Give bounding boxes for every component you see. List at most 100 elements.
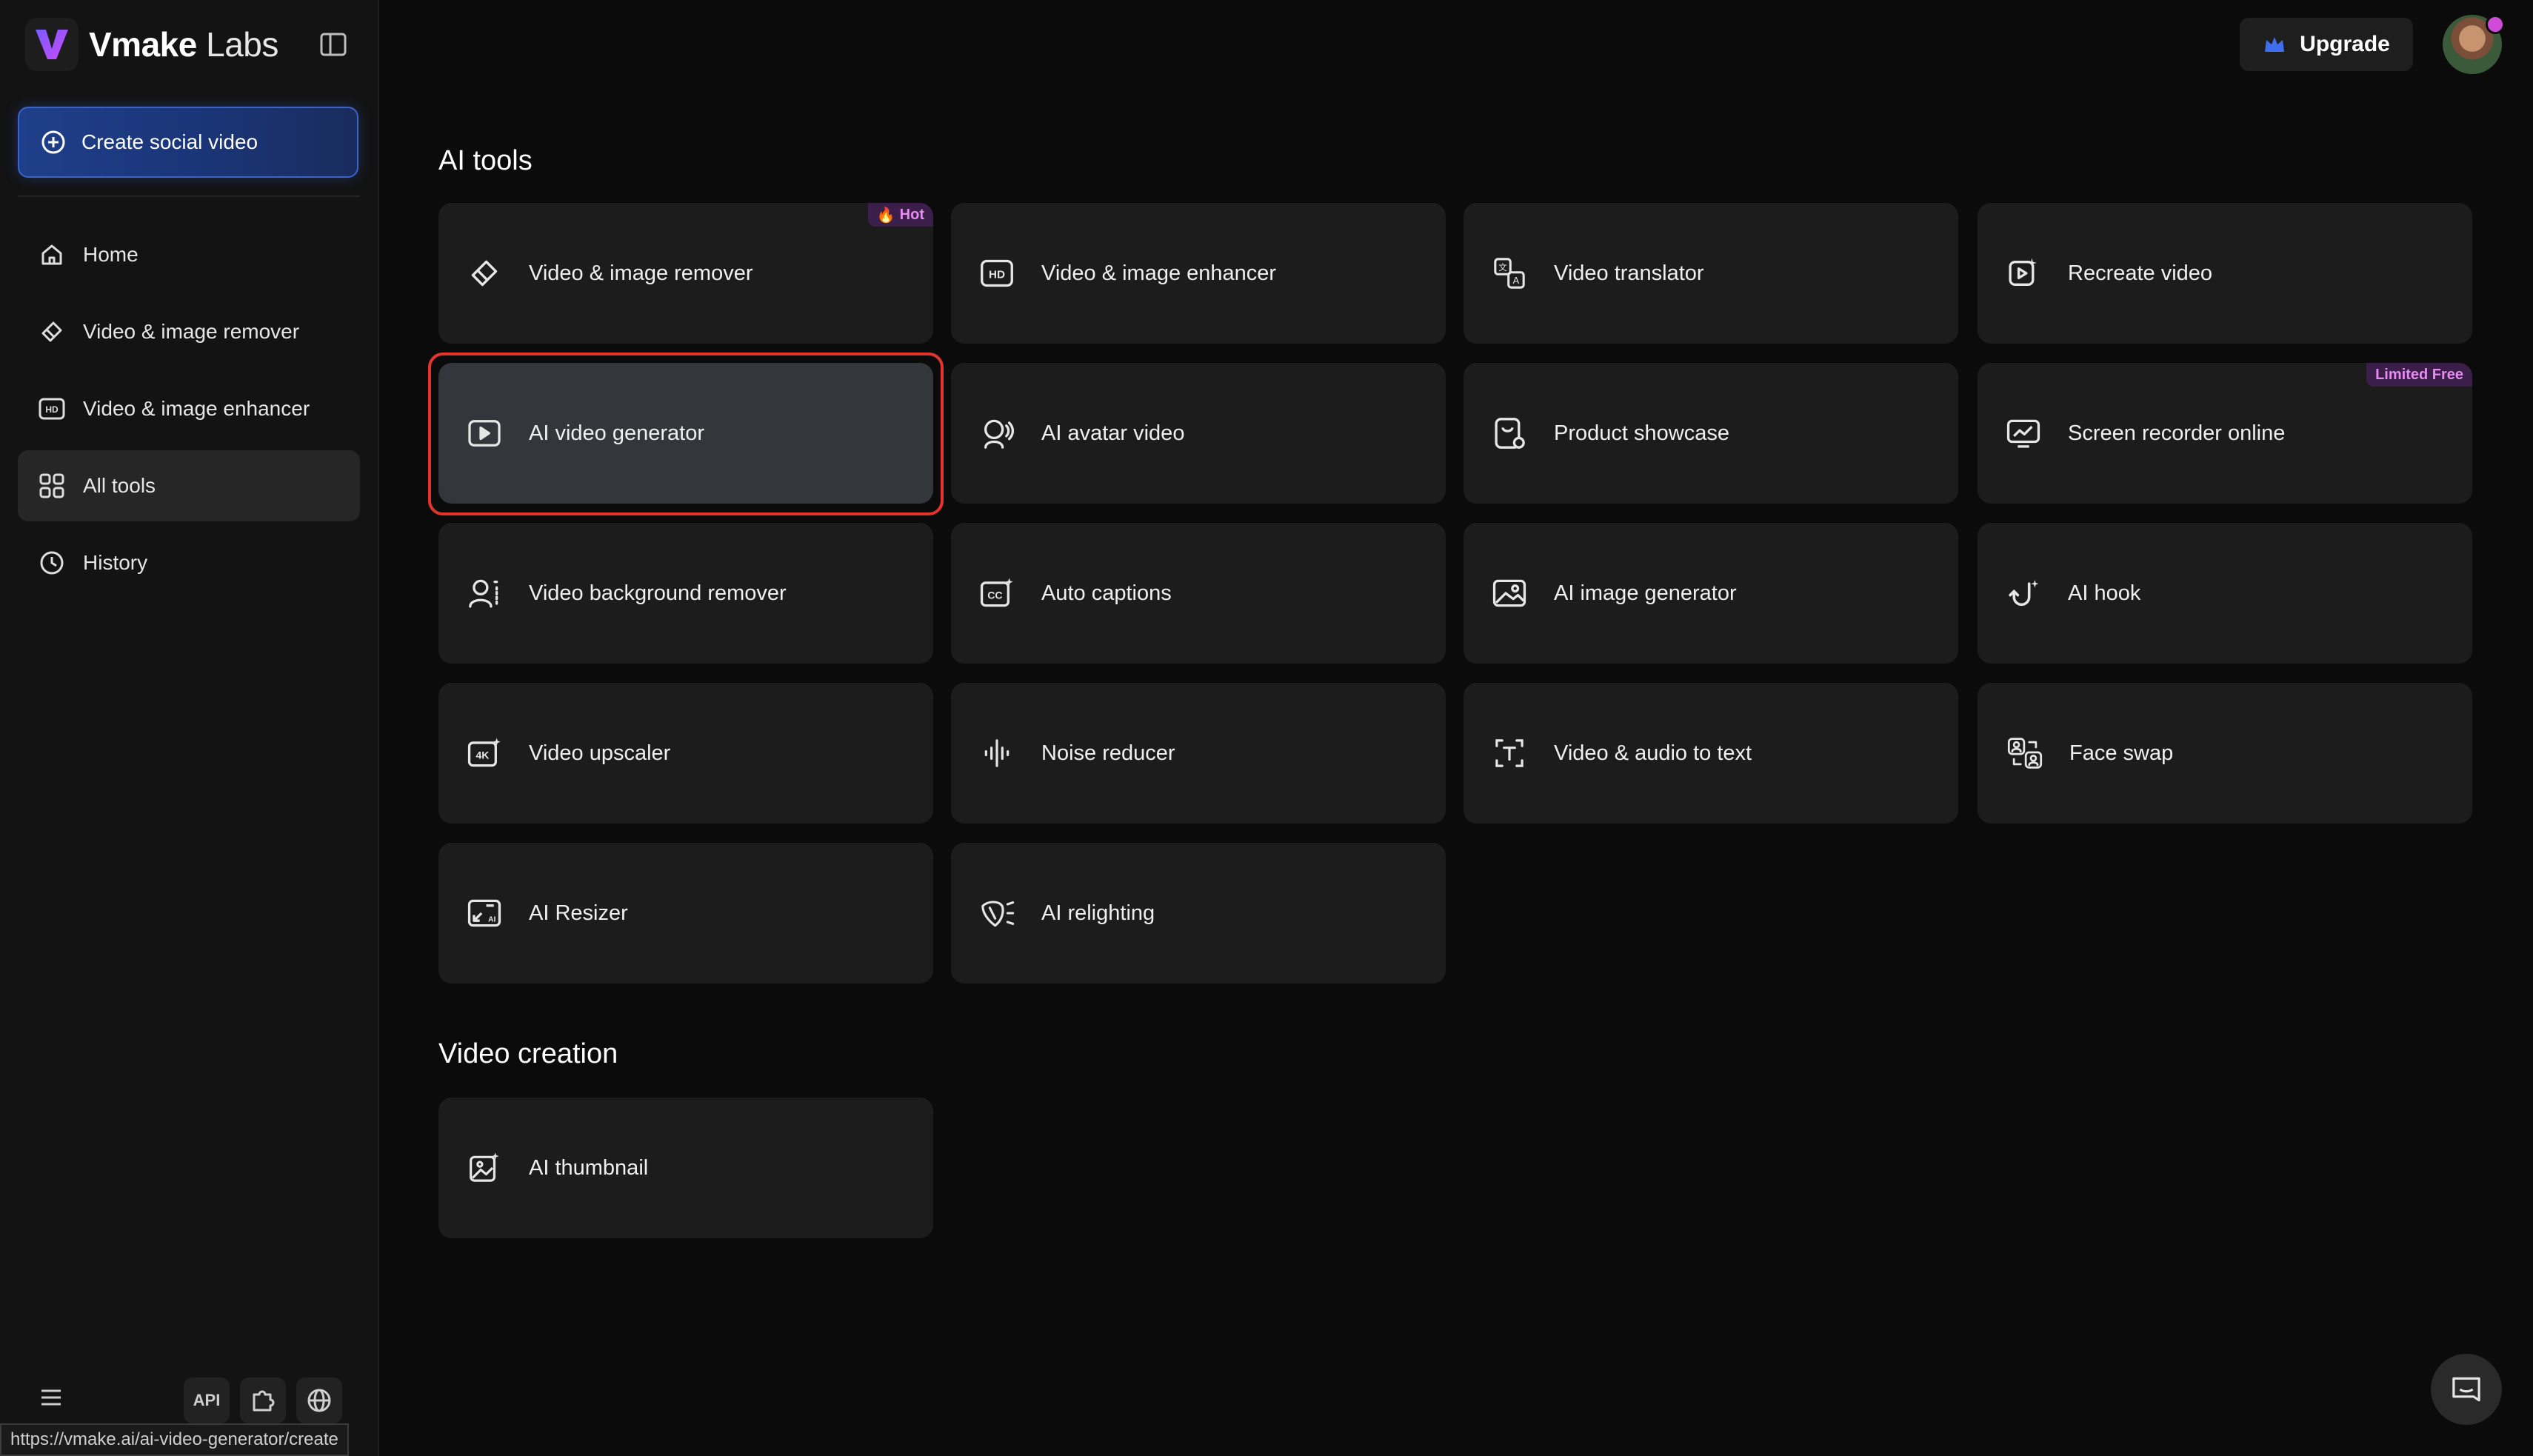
globe-icon — [306, 1387, 333, 1414]
tool-card-video-image-remover[interactable]: Video & image remover 🔥 Hot — [438, 203, 933, 344]
tool-label: Face swap — [2069, 741, 2174, 765]
sidebar-footer: API — [30, 1377, 356, 1423]
sidebar-item-label: All tools — [83, 474, 156, 497]
sidebar-item-all-tools[interactable]: All tools — [18, 450, 360, 521]
home-icon — [37, 242, 67, 267]
sidebar-item-home[interactable]: Home — [18, 219, 360, 290]
svg-text:HD: HD — [989, 268, 1005, 281]
tool-label: AI thumbnail — [529, 1155, 649, 1180]
hot-badge: 🔥 Hot — [867, 203, 933, 227]
sidebar-item-history[interactable]: History — [18, 527, 360, 598]
image-icon — [1492, 575, 1527, 611]
logo[interactable]: Vmake Labs — [25, 18, 278, 71]
tool-label: AI avatar video — [1041, 421, 1185, 445]
resize-icon: AI — [467, 895, 502, 931]
create-button-label: Create social video — [81, 130, 258, 153]
tool-label: AI Resizer — [529, 901, 628, 925]
hook-icon — [2006, 575, 2041, 611]
eraser-icon — [467, 256, 502, 291]
create-social-video-button[interactable]: Create social video — [18, 107, 358, 178]
upgrade-button[interactable]: Upgrade — [2240, 18, 2413, 71]
tool-card-ai-resizer[interactable]: AI AI Resizer — [438, 843, 933, 984]
chat-support-button[interactable] — [2431, 1354, 2502, 1425]
tool-label: Video & image remover — [529, 261, 753, 285]
tool-label: Product showcase — [1554, 421, 1729, 445]
avatar-icon — [979, 415, 1015, 451]
ai-tools-heading: AI tools — [438, 145, 533, 176]
puzzle-icon — [250, 1387, 276, 1414]
tool-label: Noise reducer — [1041, 741, 1175, 765]
api-button[interactable]: API — [184, 1377, 230, 1423]
tool-card-product-showcase[interactable]: Product showcase — [1464, 363, 1958, 504]
translate-icon: 文 A — [1492, 256, 1527, 291]
fire-icon: 🔥 — [876, 207, 895, 224]
tool-card-ai-avatar-video[interactable]: AI avatar video — [951, 363, 1446, 504]
svg-text:CC: CC — [987, 590, 1002, 601]
tool-label: Screen recorder online — [2068, 421, 2286, 445]
product-icon — [1492, 415, 1527, 451]
4k-icon: 4K — [467, 735, 502, 771]
language-button[interactable] — [296, 1377, 342, 1423]
tool-card-face-swap[interactable]: Face swap — [1978, 683, 2472, 824]
sidebar-divider — [18, 196, 360, 197]
crown-icon — [2263, 34, 2286, 55]
tool-label: Recreate video — [2068, 261, 2213, 285]
sidebar-item-label: Video & image enhancer — [83, 397, 310, 420]
tool-card-recreate-video[interactable]: Recreate video — [1978, 203, 2472, 344]
vmake-logo-icon — [25, 18, 79, 71]
brand-name: Vmake Labs — [89, 25, 278, 64]
tool-label: Auto captions — [1041, 581, 1172, 605]
tool-card-ai-relighting[interactable]: AI relighting — [951, 843, 1446, 984]
selection-highlight — [428, 353, 944, 515]
svg-text:AI: AI — [488, 916, 495, 924]
svg-text:HD: HD — [45, 404, 59, 415]
recreate-icon — [2006, 256, 2041, 291]
sidebar-item-label: Video & image remover — [83, 320, 300, 343]
tool-card-ai-image-generator[interactable]: AI image generator — [1464, 523, 1958, 664]
hd-icon: HD — [37, 398, 67, 420]
browser-status-url: https://vmake.ai/ai-video-generator/crea… — [0, 1423, 349, 1456]
relight-icon — [979, 895, 1015, 931]
tool-card-auto-captions[interactable]: CC Auto captions — [951, 523, 1446, 664]
thumbnail-icon — [467, 1150, 502, 1186]
tool-card-video-image-enhancer[interactable]: HD Video & image enhancer — [951, 203, 1446, 344]
tool-card-video-background-remover[interactable]: Video background remover — [438, 523, 933, 664]
api-label: API — [193, 1391, 221, 1409]
tool-card-ai-hook[interactable]: AI hook — [1978, 523, 2472, 664]
tool-card-screen-recorder-online[interactable]: Screen recorder online Limited Free — [1978, 363, 2472, 504]
sidebar-item-remover[interactable]: Video & image remover — [18, 296, 360, 367]
limited-free-badge: Limited Free — [2366, 363, 2472, 387]
svg-text:A: A — [1513, 275, 1520, 286]
tool-label: Video & image enhancer — [1041, 261, 1277, 285]
tool-card-ai-thumbnail[interactable]: AI thumbnail — [438, 1098, 933, 1238]
tool-label: AI image generator — [1554, 581, 1737, 605]
sidebar-item-enhancer[interactable]: HD Video & image enhancer — [18, 373, 360, 444]
text-icon — [1492, 735, 1527, 771]
hd-icon: HD — [979, 256, 1015, 291]
sidebar-toggle-icon[interactable] — [317, 28, 350, 61]
tool-card-video-audio-to-text[interactable]: Video & audio to text — [1464, 683, 1958, 824]
tool-label: Video background remover — [529, 581, 787, 605]
sidebar-item-label: History — [83, 551, 148, 574]
svg-text:文: 文 — [1498, 262, 1507, 273]
tool-label: Video & audio to text — [1554, 741, 1752, 765]
sidebar-item-label: Home — [83, 243, 139, 266]
upgrade-label: Upgrade — [2300, 32, 2390, 56]
sidebar: Vmake Labs Create social video Home Vide… — [0, 0, 379, 1456]
face-swap-icon — [2007, 735, 2043, 771]
tool-card-video-translator[interactable]: 文 A Video translator — [1464, 203, 1958, 344]
tool-label: AI relighting — [1041, 901, 1155, 925]
svg-text:4K: 4K — [475, 749, 490, 761]
plus-circle-icon — [40, 129, 67, 156]
tool-label: Video translator — [1554, 261, 1704, 285]
tool-label: Video upscaler — [529, 741, 671, 765]
hamburger-menu-icon[interactable] — [39, 1385, 64, 1410]
person-bg-icon — [467, 575, 502, 611]
grid-icon — [37, 472, 67, 499]
tool-card-video-upscaler[interactable]: 4K Video upscaler — [438, 683, 933, 824]
tool-label: AI hook — [2068, 581, 2141, 605]
tool-card-noise-reducer[interactable]: Noise reducer — [951, 683, 1446, 824]
eraser-icon — [37, 319, 67, 344]
extension-button[interactable] — [240, 1377, 286, 1423]
notification-dot — [2486, 15, 2505, 34]
